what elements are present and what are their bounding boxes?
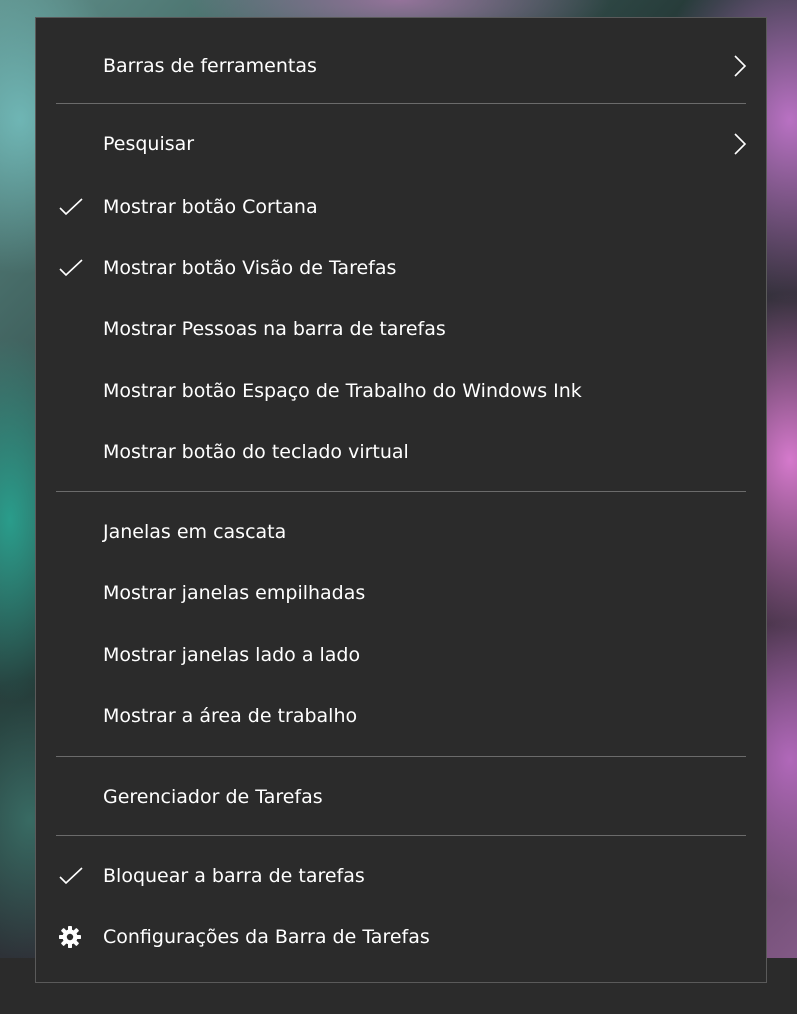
- menu-item-task-manager[interactable]: Gerenciador de Tarefas: [36, 769, 766, 825]
- chevron-right-icon: [734, 55, 747, 77]
- menu-item-label: Mostrar Pessoas na barra de tarefas: [103, 318, 446, 340]
- menu-item-toolbars[interactable]: Barras de ferramentas: [36, 38, 766, 94]
- menu-item-show-ink-workspace[interactable]: Mostrar botão Espaço de Trabalho do Wind…: [36, 363, 766, 419]
- menu-item-label: Janelas em cascata: [103, 521, 287, 543]
- menu-item-cascade-windows[interactable]: Janelas em cascata: [36, 504, 766, 560]
- menu-item-label: Configurações da Barra de Tarefas: [103, 926, 430, 948]
- taskbar-context-menu: Barras de ferramentas Pesquisar Mostrar …: [35, 17, 767, 983]
- menu-item-label: Barras de ferramentas: [103, 55, 317, 77]
- menu-separator: [56, 756, 746, 757]
- menu-item-stacked-windows[interactable]: Mostrar janelas empilhadas: [36, 565, 766, 621]
- menu-item-label: Mostrar botão Cortana: [103, 196, 318, 218]
- menu-item-label: Mostrar botão Espaço de Trabalho do Wind…: [103, 380, 582, 402]
- menu-item-show-touch-keyboard[interactable]: Mostrar botão do teclado virtual: [36, 424, 766, 480]
- check-icon: [59, 198, 83, 216]
- menu-separator: [56, 103, 746, 104]
- menu-item-label: Gerenciador de Tarefas: [103, 786, 323, 808]
- menu-item-show-task-view[interactable]: Mostrar botão Visão de Tarefas: [36, 240, 766, 296]
- check-icon: [59, 867, 83, 885]
- menu-item-label: Pesquisar: [103, 133, 195, 155]
- menu-separator: [56, 491, 746, 492]
- menu-item-lock-taskbar[interactable]: Bloquear a barra de tarefas: [36, 848, 766, 904]
- gear-icon: [59, 926, 81, 948]
- menu-item-label: Mostrar botão Visão de Tarefas: [103, 257, 397, 279]
- menu-item-label: Mostrar a área de trabalho: [103, 705, 358, 727]
- menu-item-taskbar-settings[interactable]: Configurações da Barra de Tarefas: [36, 909, 766, 965]
- menu-item-label: Mostrar janelas empilhadas: [103, 582, 366, 604]
- menu-item-label: Mostrar janelas lado a lado: [103, 644, 361, 666]
- menu-separator: [56, 835, 746, 836]
- menu-item-label: Bloquear a barra de tarefas: [103, 865, 365, 887]
- menu-item-side-by-side-windows[interactable]: Mostrar janelas lado a lado: [36, 627, 766, 683]
- chevron-right-icon: [734, 133, 747, 155]
- check-icon: [59, 259, 83, 277]
- menu-item-show-desktop[interactable]: Mostrar a área de trabalho: [36, 688, 766, 744]
- menu-item-show-cortana[interactable]: Mostrar botão Cortana: [36, 179, 766, 235]
- menu-item-show-people[interactable]: Mostrar Pessoas na barra de tarefas: [36, 301, 766, 357]
- menu-item-label: Mostrar botão do teclado virtual: [103, 441, 409, 463]
- menu-item-search[interactable]: Pesquisar: [36, 116, 766, 172]
